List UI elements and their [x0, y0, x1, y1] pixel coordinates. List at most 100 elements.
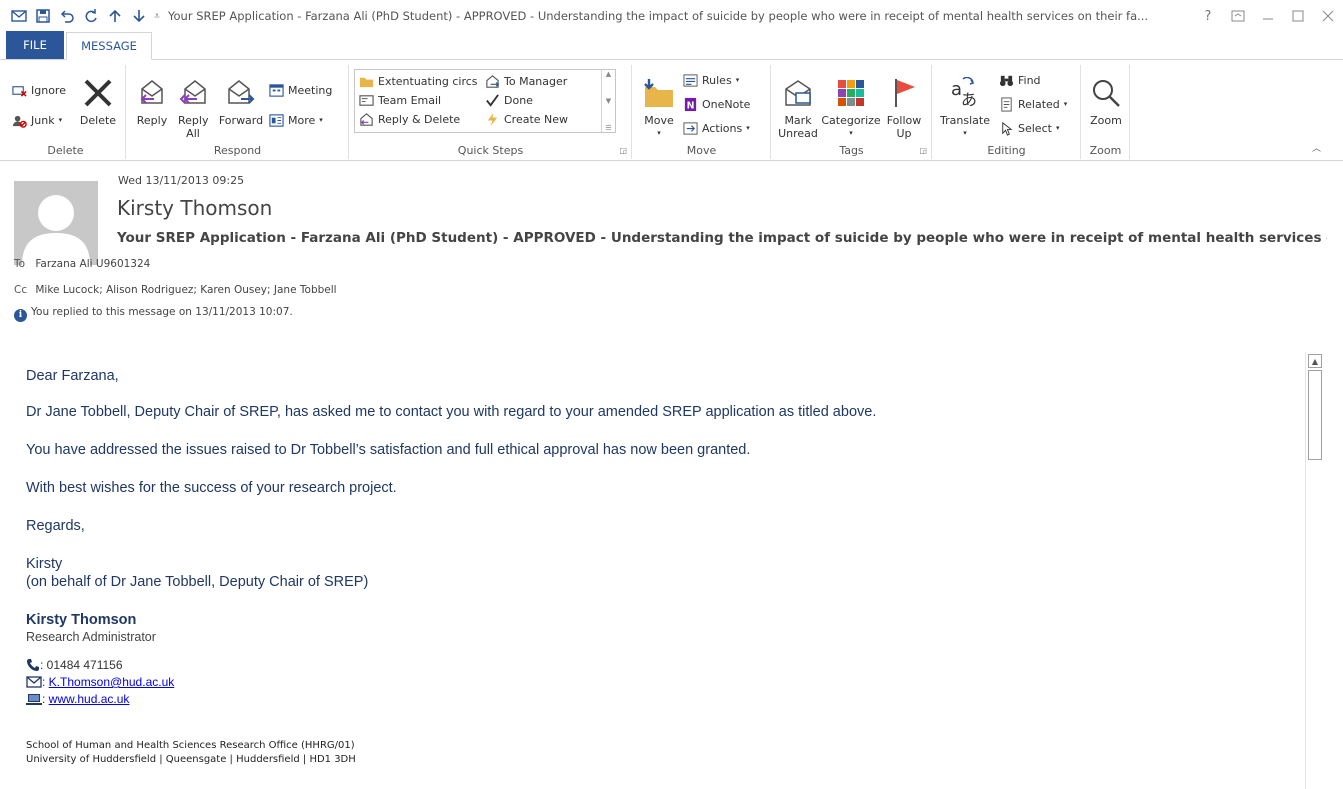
mail-icon[interactable] [8, 5, 30, 27]
translate-label: Translate [940, 114, 990, 127]
signature-role: Research Administrator [26, 630, 156, 644]
find-button[interactable]: Find [999, 71, 1041, 89]
save-icon[interactable] [32, 5, 54, 27]
email-link[interactable]: K.Thomson@hud.ac.uk [49, 675, 175, 689]
related-label: Related [1018, 97, 1060, 111]
reply-all-label: Reply All [178, 114, 209, 140]
scroll-thumb[interactable] [1308, 370, 1322, 460]
cc-recipients[interactable]: Mike Lucock; Alison Rodriguez; Karen Ous… [35, 284, 336, 296]
categorize-button[interactable]: Categorize ▾ [821, 75, 881, 140]
forward-button[interactable]: Forward [217, 75, 265, 127]
message-subject: Your SREP Application - Farzana Ali (PhD… [117, 230, 1327, 246]
dialog-launcher-icon[interactable]: ◲ [619, 146, 627, 155]
close-icon[interactable] [1313, 0, 1343, 32]
forward-icon [228, 80, 255, 104]
phone-number: : 01484 471156 [40, 658, 123, 672]
to-recipients[interactable]: Farzana Ali U9601324 [35, 258, 150, 270]
to-manager-icon [486, 74, 499, 88]
actions-icon [683, 121, 698, 135]
cursor-icon [1002, 121, 1013, 136]
customize-toolbar-icon[interactable]: ⩡ [152, 11, 162, 22]
vertical-scrollbar[interactable]: ▲ [1305, 352, 1323, 789]
signoff-name: Kirsty [26, 556, 63, 572]
actions-button[interactable]: Actions ▾ [683, 119, 750, 137]
ignore-button[interactable]: Ignore [12, 81, 66, 99]
tab-message[interactable]: MESSAGE [66, 32, 152, 60]
follow-up-button[interactable]: Follow Up [882, 75, 926, 140]
more-button[interactable]: More ▾ [269, 111, 323, 129]
sender-name[interactable]: Kirsty Thomson [117, 196, 272, 220]
body-paragraph: With best wishes for the success of your… [26, 480, 397, 496]
delete-group: Ignore Junk ▾ Delete Delete [6, 65, 126, 159]
move-label: Move [644, 114, 674, 127]
more-icon [269, 113, 284, 127]
move-group: Move ▾ Rules ▾ N OneNote Actions ▾ Move [633, 65, 771, 159]
quick-step-create-new[interactable]: Create New [485, 110, 568, 128]
binoculars-icon [999, 75, 1014, 86]
meeting-button[interactable]: Meeting [269, 81, 332, 99]
mark-unread-button[interactable]: Mark Unread [776, 75, 820, 140]
zoom-button[interactable]: Zoom [1086, 75, 1126, 127]
tab-file[interactable]: FILE [6, 31, 64, 59]
quick-step-label: To Manager [504, 74, 568, 88]
rules-button[interactable]: Rules ▾ [683, 71, 739, 89]
window-title: Your SREP Application - Farzana Ali (PhD… [168, 9, 1149, 23]
minimize-icon[interactable] [1253, 0, 1283, 32]
mark-unread-label: Mark Unread [778, 114, 818, 140]
info-icon: i [14, 308, 27, 322]
translate-icon: aあ [951, 77, 977, 109]
ribbon-display-options-icon[interactable] [1223, 0, 1253, 32]
zoom-group-label: Zoom [1089, 144, 1122, 157]
forward-label: Forward [218, 114, 264, 127]
rules-icon [683, 73, 698, 87]
signature-office: School of Human and Health Sciences Rese… [26, 740, 355, 751]
respond-group: Reply Reply All Forward Meeting More ▾ Re… [127, 65, 349, 159]
meeting-icon [269, 83, 284, 97]
translate-button[interactable]: aあ Translate ▾ [937, 75, 993, 140]
magnifier-icon [1093, 80, 1120, 107]
delete-button[interactable]: Delete [76, 75, 120, 127]
collapse-ribbon-icon[interactable]: ︿ [1312, 141, 1321, 154]
junk-button[interactable]: Junk ▾ [12, 111, 62, 129]
select-button[interactable]: Select ▾ [999, 119, 1059, 137]
website-link[interactable]: www.hud.ac.uk [49, 692, 130, 706]
onenote-button[interactable]: N OneNote [683, 95, 750, 113]
next-item-icon[interactable] [128, 5, 150, 27]
mark-unread-icon [785, 80, 811, 106]
maximize-icon[interactable] [1283, 0, 1313, 32]
quick-steps-scroll[interactable]: ▲ ▼ ☰ [601, 70, 615, 132]
quick-step-team-email[interactable]: Team Email [359, 91, 441, 109]
reply-all-button[interactable]: Reply All [173, 75, 213, 140]
tags-group-label: Tags [839, 144, 864, 157]
find-label: Find [1018, 73, 1041, 87]
undo-icon[interactable] [56, 5, 78, 27]
quick-step-label: Reply & Delete [378, 112, 461, 126]
info-bar[interactable]: i You replied to this message on 13/11/20… [14, 306, 293, 322]
quick-step-done[interactable]: Done [485, 91, 533, 109]
delete-label: Delete [79, 114, 117, 127]
quick-steps-group: Extentuating circs Team Email Reply & De… [350, 65, 632, 159]
follow-up-label: Follow Up [886, 114, 922, 140]
quick-step-label: Done [504, 93, 533, 107]
onenote-label: OneNote [702, 97, 751, 111]
reply-button[interactable]: Reply [133, 75, 171, 127]
gallery-expand-icon[interactable]: ☰ [605, 124, 611, 132]
scroll-up-icon[interactable]: ▲ [606, 70, 611, 78]
related-icon [1001, 96, 1012, 112]
to-label: To [14, 258, 26, 270]
scroll-up-icon[interactable]: ▲ [1308, 354, 1322, 368]
redo-icon[interactable] [80, 5, 102, 27]
avatar [14, 181, 98, 265]
reply-label: Reply [136, 114, 168, 127]
editing-group-label: Editing [987, 144, 1026, 157]
quick-step-extentuating-circs[interactable]: Extentuating circs [359, 72, 478, 90]
help-button[interactable]: ? [1193, 0, 1223, 32]
signature-name: Kirsty Thomson [26, 612, 137, 628]
scroll-down-icon[interactable]: ▼ [606, 97, 611, 105]
dialog-launcher-icon[interactable]: ◲ [919, 146, 927, 155]
previous-item-icon[interactable] [104, 5, 126, 27]
move-button[interactable]: Move ▾ [639, 75, 679, 140]
quick-step-to-manager[interactable]: To Manager [485, 72, 567, 90]
quick-step-reply-delete[interactable]: Reply & Delete [359, 110, 460, 128]
related-button[interactable]: Related ▾ [999, 95, 1067, 113]
